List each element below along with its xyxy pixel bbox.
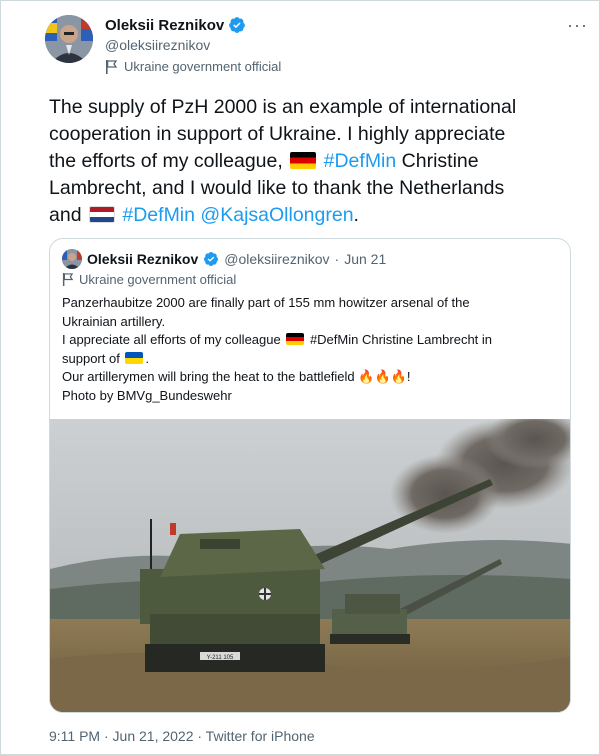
quoted-tweet-text: Panzerhaubitze 2000 are finally part of … xyxy=(62,294,558,405)
tweet-text-segment: . xyxy=(353,204,359,226)
quoted-text-segment: ! xyxy=(406,369,411,384)
germany-flag-icon xyxy=(286,333,305,345)
hashtag-link[interactable]: #DefMin xyxy=(324,150,397,172)
howitzer-photo[interactable]: Y-211 105 xyxy=(50,419,571,713)
quoted-tweet-header: Oleksii Reznikov @oleksiireznikov · Jun … xyxy=(62,249,386,269)
government-flag-icon xyxy=(62,273,74,286)
vehicle-plate: Y-211 105 xyxy=(207,655,234,661)
quoted-text-segment: . xyxy=(145,350,150,366)
government-label-text: Ukraine government official xyxy=(124,59,282,74)
hashtag-link[interactable]: #DefMin xyxy=(122,204,195,226)
verified-badge-icon xyxy=(229,17,246,33)
mention-link[interactable]: @KajsaOllongren xyxy=(200,204,353,226)
germany-flag-icon xyxy=(290,152,317,169)
government-flag-icon xyxy=(106,59,118,74)
quoted-text-segment: I appreciate all efforts of my colleague xyxy=(62,332,285,347)
quoted-text-segment: Our artillerymen will bring the heat to … xyxy=(62,369,359,384)
quoted-line: support of . xyxy=(62,350,558,369)
quoted-government-label-text: Ukraine government official xyxy=(79,272,237,287)
tweet-line: The supply of PzH 2000 is an example of … xyxy=(49,96,517,118)
quoted-line: I appreciate all efforts of my colleague… xyxy=(62,331,558,350)
quoted-text-segment: support of xyxy=(62,350,124,366)
author-handle[interactable]: @oleksiireznikov xyxy=(105,37,210,53)
more-icon[interactable]: ··· xyxy=(567,15,588,36)
verified-badge-icon xyxy=(204,252,219,266)
tweet-text-segment: Christine xyxy=(396,150,479,172)
quoted-separator: · xyxy=(334,251,340,267)
quoted-text-segment: #DefMin Christine Lambrecht in xyxy=(306,332,493,347)
quoted-author-name[interactable]: Oleksii Reznikov xyxy=(87,251,198,267)
tweet-text-segment: the efforts of my colleague, xyxy=(49,150,289,172)
fire-icon: 🔥🔥🔥 xyxy=(358,369,407,384)
quoted-author-avatar[interactable] xyxy=(62,249,82,269)
tweet-line: the efforts of my colleague, #DefMin Chr… xyxy=(49,148,579,175)
government-label[interactable]: Ukraine government official xyxy=(105,59,281,74)
netherlands-flag-icon xyxy=(88,206,115,223)
tweet-line: Lambrecht, and I would like to thank the… xyxy=(49,177,505,199)
tweet-text: The supply of PzH 2000 is an example of … xyxy=(49,94,579,229)
ukraine-flag-icon xyxy=(125,351,144,364)
quoted-date[interactable]: Jun 21 xyxy=(344,251,386,267)
quoted-line: Our artillerymen will bring the heat to … xyxy=(62,368,558,387)
quoted-government-label: Ukraine government official xyxy=(62,272,236,287)
tweet-timestamp[interactable]: 9:11 PM · Jun 21, 2022 · Twitter for iPh… xyxy=(49,728,315,744)
author-avatar[interactable] xyxy=(45,15,93,63)
tweet-line: and #DefMin @KajsaOllongren. xyxy=(49,202,579,229)
quoted-author-handle: @oleksiireznikov xyxy=(224,251,330,267)
quoted-tweet[interactable]: Oleksii Reznikov @oleksiireznikov · Jun … xyxy=(49,238,571,713)
tweet-card: Oleksii Reznikov @oleksiireznikov Ukrain… xyxy=(0,0,600,755)
quoted-line: Panzerhaubitze 2000 are finally part of … xyxy=(62,295,470,310)
quoted-line: Photo by BMVg_Bundeswehr xyxy=(62,387,232,403)
quoted-line: Ukrainian artillery. xyxy=(62,313,166,329)
tweet-text-segment: and xyxy=(49,204,87,226)
author-name-row[interactable]: Oleksii Reznikov xyxy=(105,15,246,35)
author-name[interactable]: Oleksii Reznikov xyxy=(105,17,224,34)
tweet-line: cooperation in support of Ukraine. I hig… xyxy=(49,123,506,145)
